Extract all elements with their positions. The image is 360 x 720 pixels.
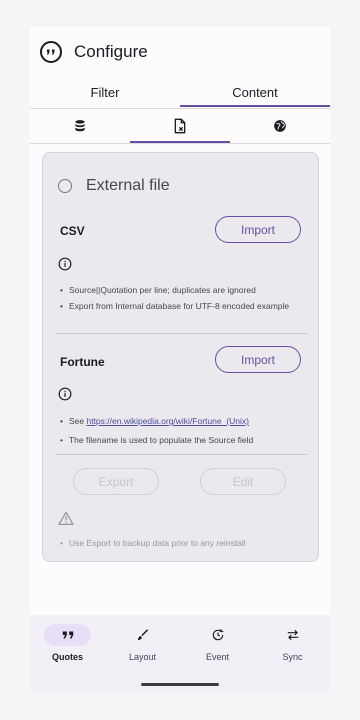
divider xyxy=(55,333,307,334)
fortune-bullet-filename: • The filename is used to populate the So… xyxy=(60,435,254,445)
info-icon xyxy=(58,257,72,271)
tab-filter[interactable]: Filter xyxy=(30,77,180,108)
subtab-database[interactable] xyxy=(30,109,130,143)
nav-item-layout[interactable]: Layout xyxy=(105,615,180,693)
nav-label-event: Event xyxy=(205,652,229,662)
csv-bullet-export: • Export from Internal database for UTF-8… xyxy=(60,301,290,311)
fortune-wiki-link[interactable]: https://en.wikipedia.org/wiki/Fortune_(U… xyxy=(86,416,249,426)
warning-bullet: • Use Export to backup data prior to any … xyxy=(60,538,246,548)
fortune-title: Fortune xyxy=(60,355,105,369)
nav-item-sync[interactable]: Sync xyxy=(255,615,330,693)
globe-icon xyxy=(274,120,286,132)
csv-import-button[interactable]: Import xyxy=(215,216,301,243)
fortune-bullet-filename-text: The filename is used to populate the Sou… xyxy=(68,435,254,445)
subtab-web[interactable] xyxy=(230,109,330,143)
csv-title: CSV xyxy=(60,224,85,238)
page-title: Configure xyxy=(74,42,148,61)
external-file-card: External file CSV Import • Source||Quotat… xyxy=(42,152,319,562)
info-icon xyxy=(58,387,72,401)
warning-text: Use Export to backup data prior to any r… xyxy=(68,538,246,548)
app-screen: Configure Filter Content External file C… xyxy=(30,27,330,693)
bottom-navigation: Quotes Layout Event Sync xyxy=(30,615,330,693)
quotes-icon xyxy=(62,631,73,639)
nav-item-quotes[interactable]: Quotes xyxy=(30,615,105,693)
nav-label-quotes: Quotes xyxy=(51,652,83,662)
database-icon xyxy=(75,120,85,132)
edit-button[interactable]: Edit xyxy=(200,468,286,495)
nav-label-layout: Layout xyxy=(128,652,157,662)
quote-bubble-icon xyxy=(40,41,62,63)
event-icon xyxy=(212,629,223,641)
source-tabs xyxy=(30,109,330,144)
fortune-see-prefix: See xyxy=(68,416,87,426)
csv-bullet-format: • Source||Quotation per line; duplicates … xyxy=(60,285,256,295)
external-file-radio[interactable] xyxy=(58,179,72,193)
gesture-bar xyxy=(141,683,219,686)
tab-content[interactable]: Content xyxy=(180,77,330,108)
fortune-import-button[interactable]: Import xyxy=(215,346,301,373)
content-area: External file CSV Import • Source||Quotat… xyxy=(30,144,330,618)
active-subtab-indicator xyxy=(130,141,230,143)
fortune-bullet-see: • See https://en.wikipedia.org/wiki/Fortu… xyxy=(60,416,249,426)
external-file-label: External file xyxy=(86,177,170,194)
app-bar: Configure xyxy=(30,27,330,77)
csv-bullet-export-text: Export from Internal database for UTF-8 … xyxy=(68,301,290,311)
external-file-option[interactable]: External file xyxy=(58,177,170,195)
brush-icon xyxy=(137,629,148,641)
warning-icon xyxy=(58,511,74,525)
sync-icon xyxy=(287,629,298,641)
subtab-file[interactable] xyxy=(130,109,230,143)
active-tab-indicator xyxy=(180,105,330,107)
nav-label-sync: Sync xyxy=(282,652,303,662)
nav-item-event[interactable]: Event xyxy=(180,615,255,693)
export-button[interactable]: Export xyxy=(73,468,159,495)
file-icon xyxy=(174,118,186,134)
main-tabs: Filter Content xyxy=(30,77,330,109)
csv-bullet-format-text: Source||Quotation per line; duplicates a… xyxy=(68,285,256,295)
divider xyxy=(55,454,307,455)
